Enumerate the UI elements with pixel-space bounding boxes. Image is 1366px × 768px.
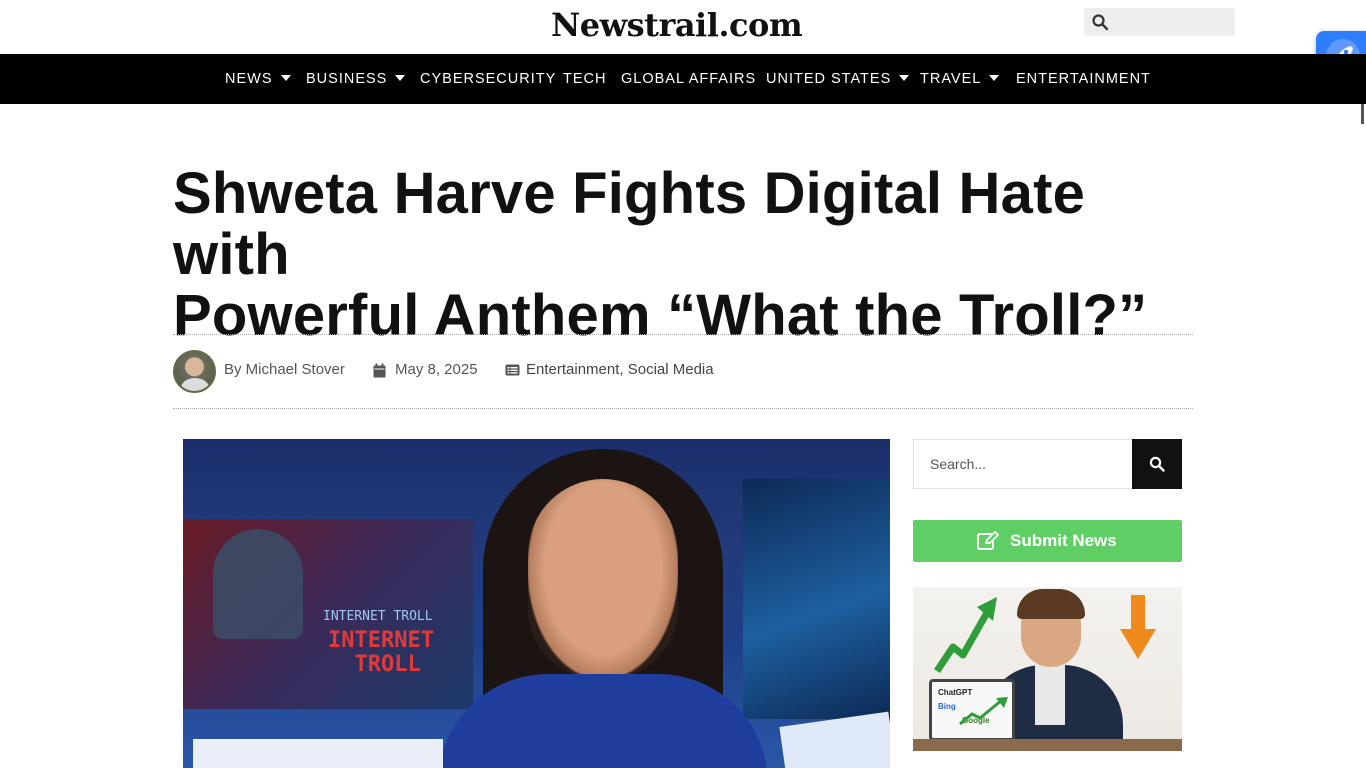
title-line-2: Powerful Anthem “What the Troll?”: [173, 283, 1148, 348]
ad-person-shirt: [1035, 665, 1065, 725]
sidebar-ad-image[interactable]: ChatGPT Bing Google: [913, 587, 1182, 751]
list-icon: [505, 364, 520, 376]
image-word-cloud: [193, 739, 443, 768]
nav-item-label: ENTERTAINMENT: [1016, 71, 1151, 87]
ad-label-bing: Bing: [938, 702, 956, 711]
search-icon: [1149, 456, 1165, 472]
author-link[interactable]: By Michael Stover: [224, 361, 345, 378]
nav-item-label: UNITED STATES: [766, 71, 892, 87]
main-nav: NEWS BUSINESS CYBERSECURITY TECH GLOBAL …: [0, 54, 1366, 104]
ad-person-hair: [1017, 589, 1085, 619]
nav-item-label: CYBERSECURITY: [420, 71, 557, 87]
sidebar-search: [913, 439, 1182, 489]
nav-item-travel[interactable]: TRAVEL: [920, 54, 1000, 104]
image-panel-computers: [743, 479, 890, 719]
article-meta: By Michael Stover May 8, 2025 Entertainm…: [173, 350, 1193, 393]
ad-table: [913, 739, 1182, 751]
category-link-entertainment[interactable]: Entertainment: [526, 361, 619, 378]
avatar[interactable]: [173, 350, 216, 393]
chevron-down-icon[interactable]: [989, 75, 1000, 81]
nav-item-entertainment[interactable]: ENTERTAINMENT: [1016, 54, 1151, 104]
submit-news-label: Submit News: [1010, 531, 1117, 550]
trend-up-arrow-icon: [934, 597, 997, 673]
image-text-large: INTERNET TROLL: [328, 629, 434, 677]
image-chat-bubbles: [779, 711, 890, 768]
nav-item-global-affairs[interactable]: GLOBAL AFFAIRS: [621, 54, 756, 104]
nav-item-label: TECH: [563, 71, 607, 87]
chevron-down-icon[interactable]: [395, 75, 406, 81]
trend-up-line-icon: [959, 697, 1008, 726]
category-link-social-media[interactable]: Social Media: [628, 361, 714, 378]
chevron-down-icon[interactable]: [280, 75, 291, 81]
search-icon[interactable]: [1091, 13, 1109, 31]
title-line-1: Shweta Harve Fights Digital Hate with: [173, 161, 1086, 287]
ad-laptop: ChatGPT Bing Google: [929, 679, 1015, 741]
submit-news-button[interactable]: Submit News: [913, 520, 1182, 562]
site-logo[interactable]: Newstrail.com: [551, 6, 803, 44]
header-search-input[interactable]: [1114, 8, 1232, 36]
nav-item-label: GLOBAL AFFAIRS: [621, 71, 757, 87]
nav-item-label: NEWS: [225, 71, 273, 87]
image-text-small: INTERNET TROLL: [323, 609, 433, 624]
image-hooded-figure: [213, 529, 303, 639]
nav-item-tech[interactable]: TECH: [563, 54, 606, 104]
nav-item-news[interactable]: NEWS: [225, 54, 291, 104]
nav-item-label: TRAVEL: [920, 71, 982, 87]
divider: [173, 408, 1193, 409]
header-search[interactable]: [1084, 8, 1235, 36]
scrollbar[interactable]: [1361, 104, 1364, 124]
top-bar: Newstrail.com: [0, 0, 1366, 54]
arrow-down-icon: [1120, 595, 1156, 659]
post-date[interactable]: May 8, 2025: [395, 361, 478, 378]
calendar-icon: [373, 363, 386, 378]
nav-item-label: BUSINESS: [306, 71, 388, 87]
categories: Entertainment, Social Media: [526, 361, 714, 378]
sidebar-search-button[interactable]: [1132, 439, 1182, 489]
category-separator: ,: [619, 361, 624, 378]
sidebar-search-input[interactable]: [913, 439, 1132, 489]
image-text-large-2: TROLL: [354, 652, 421, 677]
image-text-large-1: INTERNET: [328, 628, 434, 653]
chevron-down-icon[interactable]: [899, 75, 910, 81]
image-face: [528, 479, 678, 679]
page-title: Shweta Harve Fights Digital Hate with Po…: [173, 163, 1203, 346]
edit-icon: [977, 531, 999, 550]
nav-item-business[interactable]: BUSINESS: [306, 54, 406, 104]
nav-item-united-states[interactable]: UNITED STATES: [766, 54, 910, 104]
divider: [173, 334, 1193, 335]
nav-item-cybersecurity[interactable]: CYBERSECURITY: [420, 54, 556, 104]
featured-image[interactable]: INTERNET TROLL INTERNET TROLL: [183, 439, 890, 768]
